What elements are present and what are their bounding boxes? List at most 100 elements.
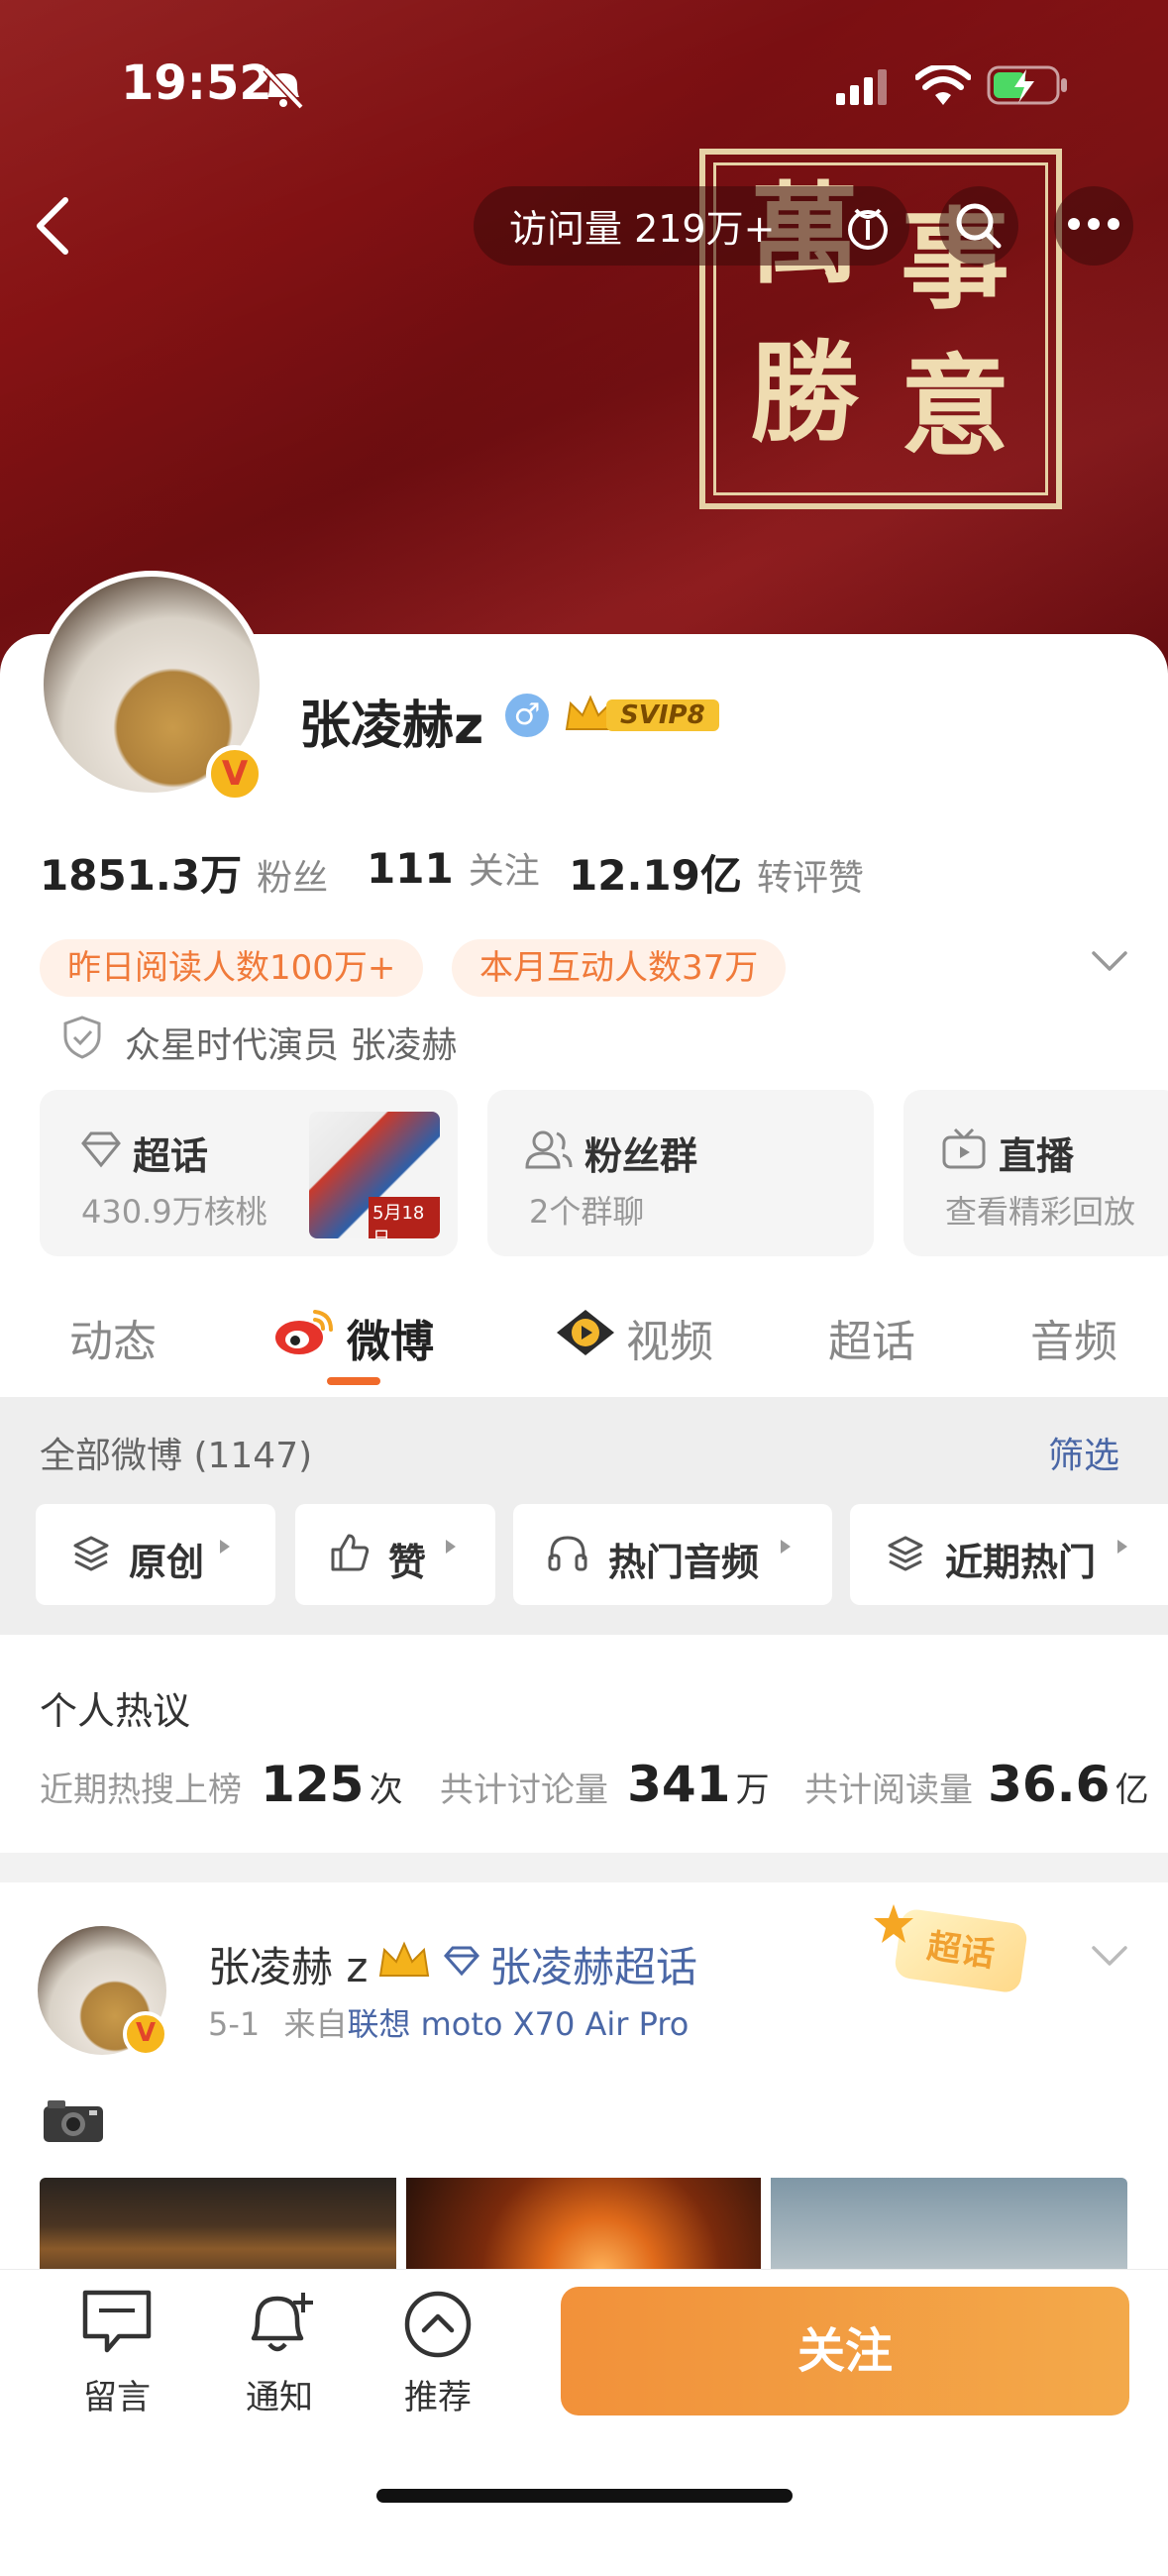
chevron-down-icon[interactable] [1090, 947, 1129, 975]
tab-video[interactable]: 视频 [626, 1306, 713, 1369]
group-icon [525, 1130, 573, 1169]
headphones-icon [548, 1536, 587, 1571]
tab-chaohua[interactable]: 超话 [828, 1306, 915, 1369]
gender-male-icon: ♂ [505, 694, 549, 737]
post-source[interactable]: 联想 moto X70 Air Pro [347, 2005, 689, 2043]
stat-label: 关注 [468, 851, 540, 892]
message-icon [82, 2290, 152, 2353]
notify-label: 通知 [246, 2378, 313, 2417]
chip-label: 赞 [388, 1541, 427, 1584]
banner-char: 勝 [750, 329, 859, 457]
thumbnail-date: 5月18日 [369, 1197, 440, 1238]
feature-fan-group[interactable]: 粉丝群 2个群聊 [487, 1090, 874, 1256]
recommend-label: 推荐 [404, 2378, 472, 2417]
svip-badge[interactable]: SVIP8 [563, 694, 721, 737]
crown-icon [378, 1941, 430, 1977]
hot-item-value: 125 [261, 1756, 365, 1813]
search-icon [956, 203, 1002, 249]
tag-monthly-interactions[interactable]: 本月互动人数37万 [452, 939, 787, 997]
follow-button[interactable]: 关注 [561, 2287, 1129, 2415]
star-icon [874, 1904, 913, 1943]
shield-icon [63, 1016, 101, 1059]
hot-item-unit: 亿 [1115, 1771, 1149, 1810]
post-verified-badge: V [123, 2011, 168, 2057]
chaohua-thumbnail: 5月18日 [309, 1112, 440, 1238]
status-time: 19:52 [121, 55, 272, 111]
caret-right-icon [220, 1540, 230, 1554]
wifi-icon [915, 65, 971, 105]
tv-icon [942, 1127, 986, 1169]
back-icon[interactable] [32, 194, 75, 258]
feature-title: 超话 [133, 1134, 209, 1178]
caret-right-icon [446, 1540, 456, 1554]
tab-dynamic[interactable]: 动态 [69, 1306, 157, 1369]
home-indicator [376, 2489, 793, 2503]
camera-emoji-icon [44, 2100, 103, 2142]
tab-weibo[interactable]: 微博 [347, 1306, 434, 1369]
diamond-icon [444, 1946, 479, 1977]
feature-subtitle: 2个群聊 [529, 1193, 645, 1231]
chip-label: 近期热门 [945, 1541, 1097, 1584]
tag-daily-readers[interactable]: 昨日阅读人数100万+ [40, 939, 424, 997]
chip-original[interactable]: 原创 [36, 1504, 275, 1605]
verification-text: 众星时代演员 张凌赫 [125, 1025, 458, 1066]
post-meta: 5-1 来自联想 moto X70 Air Pro [208, 1999, 689, 2045]
notify-button[interactable]: 通知 [220, 2287, 339, 2425]
caret-right-icon [1117, 1540, 1127, 1554]
post-source-prefix: 来自 [283, 2005, 348, 2043]
verified-badge: V [206, 745, 264, 803]
thumbs-up-icon [331, 1534, 370, 1571]
chevron-down-icon[interactable] [1090, 1942, 1129, 1970]
tab-audio[interactable]: 音频 [1030, 1306, 1117, 1369]
layers-icon [888, 1536, 923, 1571]
signal-icon [836, 69, 887, 105]
hot-item: 共计阅读量 36.6 亿 [804, 1756, 1149, 1813]
feature-chaohua[interactable]: 超话 430.9万核桃 5月18日 [40, 1090, 458, 1256]
banner-char: 意 [901, 343, 1009, 471]
more-icon [1068, 218, 1119, 230]
profile-name: 张凌赫z [299, 697, 484, 756]
hot-item-value: 341 [627, 1756, 731, 1813]
all-weibo-count: 全部微博 (1147) [40, 1436, 313, 1476]
hot-item: 近期热搜上榜 125 次 [40, 1756, 403, 1813]
caret-right-icon [781, 1540, 791, 1554]
chip-label: 原创 [129, 1541, 205, 1584]
chevron-up-circle-icon [404, 2291, 472, 2358]
chip-hot-audio[interactable]: 热门音频 [513, 1504, 832, 1605]
filter-button[interactable]: 筛选 [1048, 1427, 1119, 1478]
hot-item: 共计讨论量 341 万 [440, 1756, 770, 1813]
weibo-logo-icon [275, 1310, 333, 1354]
gift-icon[interactable] [840, 198, 896, 254]
chip-recent-hot[interactable]: 近期热门 [850, 1504, 1168, 1605]
hot-item-unit: 次 [369, 1771, 403, 1810]
message-button[interactable]: 留言 [57, 2287, 176, 2425]
chip-label: 热门音频 [608, 1541, 760, 1584]
diamond-icon [81, 1131, 121, 1168]
message-label: 留言 [83, 2378, 151, 2417]
hot-item-label: 近期热搜上榜 [40, 1771, 242, 1810]
post-date: 5-1 [208, 2005, 261, 2043]
stat-value: 111 [367, 844, 454, 893]
stat-following[interactable]: 111 关注 [367, 842, 540, 894]
stat-fans[interactable]: 1851.3万 粉丝 [40, 842, 328, 903]
feature-title: 粉丝群 [584, 1134, 698, 1178]
stat-interactions[interactable]: 12.19亿 转评赞 [569, 842, 864, 903]
hot-item-label: 共计讨论量 [440, 1771, 608, 1810]
chip-likes[interactable]: 赞 [295, 1504, 495, 1605]
video-icon [557, 1310, 614, 1355]
feature-live[interactable]: 直播 查看精彩回放 [903, 1090, 1168, 1256]
active-tab-indicator [327, 1377, 380, 1385]
stat-value: 12.19亿 [569, 851, 742, 900]
svip-label: SVIP8 [606, 699, 719, 731]
stat-value: 1851.3万 [40, 851, 243, 900]
personal-hot-discussion[interactable] [0, 1635, 1168, 1853]
feature-subtitle: 查看精彩回放 [945, 1193, 1136, 1231]
post-author-name[interactable]: 张凌赫 z [208, 1934, 368, 1994]
battery-icon [987, 65, 1067, 105]
hot-item-value: 36.6 [988, 1756, 1111, 1813]
silent-bell-icon [263, 66, 304, 109]
layers-icon [73, 1536, 109, 1571]
recommend-button[interactable]: 推荐 [378, 2287, 497, 2425]
hot-item-unit: 万 [735, 1771, 770, 1810]
post-topic-link[interactable]: 张凌赫超话 [489, 1934, 697, 1994]
